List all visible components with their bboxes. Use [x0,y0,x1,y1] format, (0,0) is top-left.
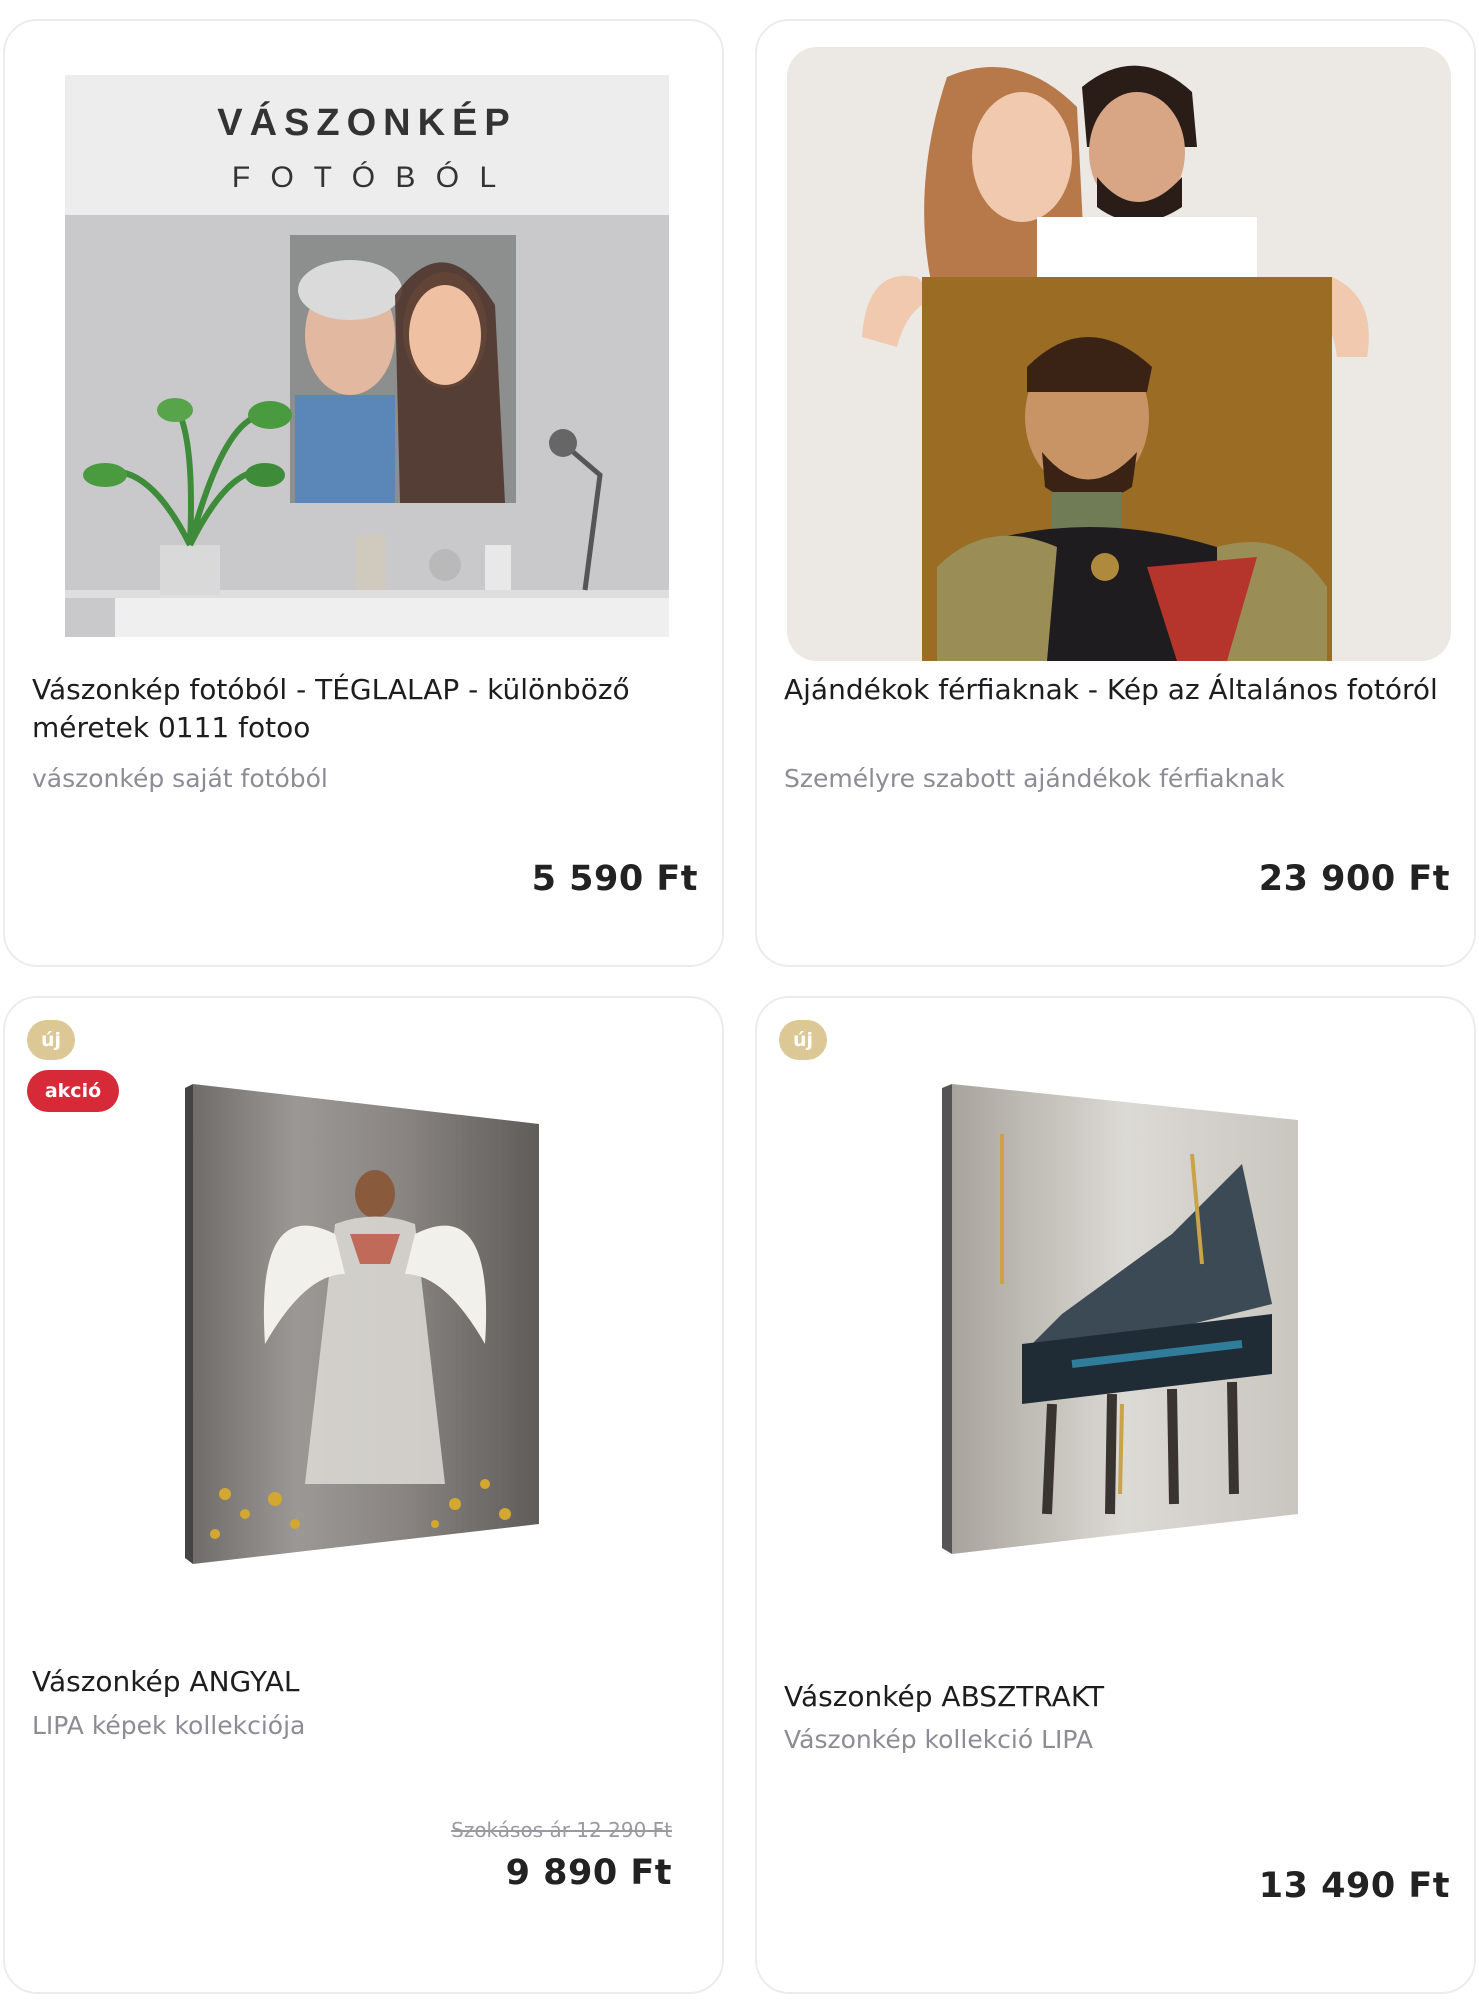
product-price: 13 490 Ft [1258,1866,1450,1906]
sale-badge: akció [27,1070,119,1112]
product-image[interactable] [787,47,1451,661]
product-title[interactable]: Vászonkép fotóból - TÉGLALAP - különböző… [32,671,692,747]
old-price: Szokásos ár 12 290 Ft [451,1818,672,1842]
image-text-line1: VÁSZONKÉP [217,100,516,144]
product-title[interactable]: Vászonkép ABSZTRAKT [784,1678,1444,1716]
new-badge: új [27,1020,75,1060]
product-image[interactable] [185,1084,549,1564]
product-card[interactable]: VÁSZONKÉP F O T Ó B Ó L Vászonkép fotóbó… [3,19,724,967]
product-price: 9 890 Ft [505,1853,672,1893]
product-card[interactable]: Ajándékok férfiaknak - Kép az Általános … [755,19,1476,967]
product-title[interactable]: Vászonkép ANGYAL [32,1663,692,1701]
product-subtitle: vászonkép saját fotóból [32,764,328,793]
product-subtitle: Vászonkép kollekció LIPA [784,1725,1093,1754]
product-price: 5 590 Ft [531,859,698,899]
image-text-line2: F O T Ó B Ó L [232,161,502,194]
product-price: 23 900 Ft [1258,859,1450,899]
product-title[interactable]: Ajándékok férfiaknak - Kép az Általános … [784,671,1444,709]
product-subtitle: LIPA képek kollekciója [32,1711,306,1740]
product-card[interactable]: új akció Vászonkép ANGYAL LIPA képek kol… [3,996,724,1994]
product-subtitle: Személyre szabott ajándékok férfiaknak [784,764,1285,793]
product-image[interactable] [942,1084,1306,1554]
product-card[interactable]: új Vászonkép ABSZTRAKT Vászonkép kollekc… [755,996,1476,1994]
new-badge: új [779,1020,827,1060]
product-image[interactable]: VÁSZONKÉP F O T Ó B Ó L [65,75,669,637]
product-grid: VÁSZONKÉP F O T Ó B Ó L Vászonkép fotóbó… [0,0,1479,2000]
